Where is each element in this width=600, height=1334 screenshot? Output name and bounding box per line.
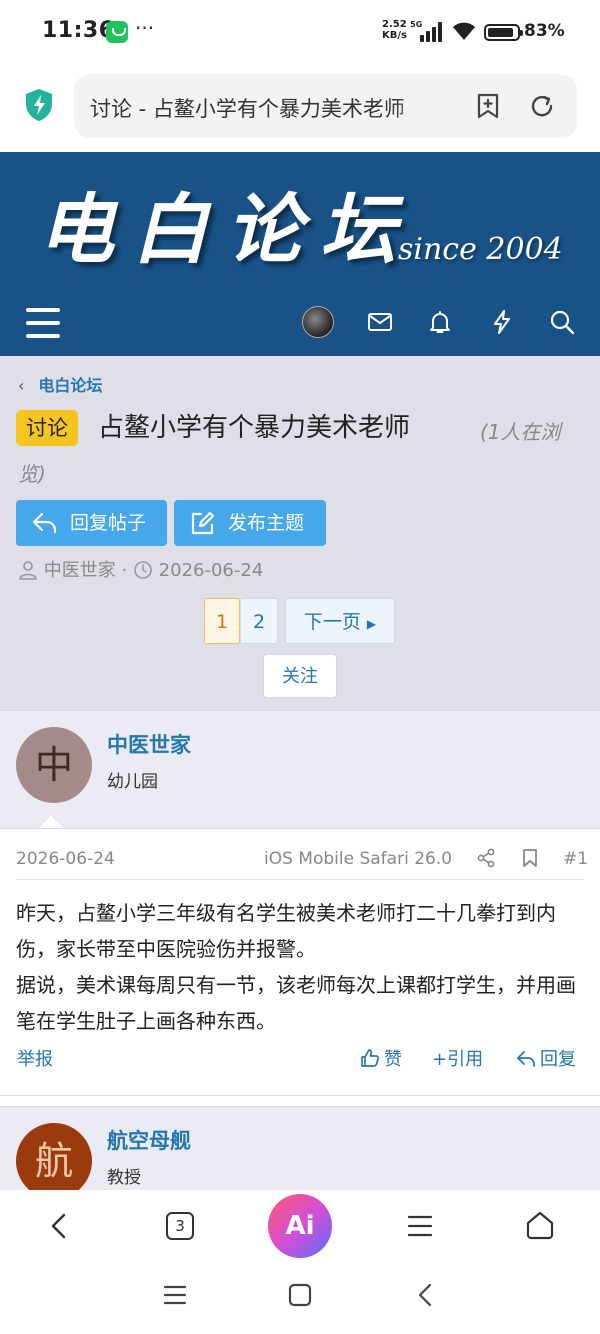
wifi-icon: [453, 22, 475, 40]
post-user-rank: 教授: [107, 1168, 141, 1188]
post-content-line-1: 昨天，占鳌小学三年级有名学生被美术老师打二十几拳打到内伤，家长带至中医院验伤并报…: [16, 901, 556, 961]
page-1-button[interactable]: 1: [204, 598, 240, 644]
network-speed-unit: KB/s: [382, 30, 407, 41]
post-date[interactable]: 2026-06-24: [16, 849, 115, 869]
reply-button[interactable]: 回复: [516, 1045, 576, 1071]
post-1-user-block: 中 中医世家 幼儿园: [0, 710, 600, 828]
like-button[interactable]: 赞: [360, 1045, 402, 1071]
reply-thread-button[interactable]: 回复帖子: [16, 500, 167, 546]
status-bar: 11:36 ··· 2.52 5G KB/s 83%: [0, 0, 600, 64]
forum-since: since 2004: [398, 232, 563, 267]
follow-button[interactable]: 关注: [263, 654, 337, 698]
url-title[interactable]: 讨论 - 占鳌小学有个暴力美术老师: [90, 93, 435, 123]
battery-icon: [484, 24, 523, 41]
reply-thread-label: 回复帖子: [70, 512, 147, 534]
post-username[interactable]: 航空母舰: [107, 1125, 191, 1155]
battery-percent: 83%: [524, 21, 565, 41]
user-avatar[interactable]: [302, 306, 334, 338]
edit-icon: [191, 511, 215, 535]
thread-meta: 中医世家 · 2026-06-24: [18, 556, 263, 582]
menu-icon[interactable]: [406, 1212, 434, 1240]
bookmark-icon[interactable]: [521, 848, 539, 868]
thread-header: ‹ 电白论坛 讨论 占鳌小学有个暴力美术老师 (1人在浏 览) 回复帖子 发布主题…: [0, 356, 600, 710]
bell-icon[interactable]: [426, 308, 454, 336]
thread-viewers: (1人在浏: [480, 420, 561, 444]
post-divider: [16, 879, 584, 880]
report-button[interactable]: 举报: [17, 1045, 53, 1071]
quote-button[interactable]: +引用: [432, 1045, 483, 1071]
home-icon[interactable]: [524, 1209, 556, 1241]
lightning-icon[interactable]: [488, 308, 516, 336]
thread-prefix-badge[interactable]: 讨论: [16, 410, 78, 446]
post-thread-label: 发布主题: [228, 512, 305, 534]
home-square-icon[interactable]: [287, 1282, 313, 1308]
like-label: 赞: [384, 1049, 402, 1070]
breadcrumb-forum[interactable]: 电白论坛: [38, 376, 102, 395]
tabs-button[interactable]: 3: [166, 1212, 194, 1240]
app-notification-icon: [106, 21, 128, 43]
search-icon[interactable]: [548, 308, 576, 336]
caret-right-icon: ▶: [366, 617, 377, 631]
next-page-label: 下一页: [303, 611, 361, 633]
browser-bottom-bar: 3 Ai: [0, 1190, 600, 1262]
signal-icon: [420, 22, 444, 42]
menu-icon[interactable]: [26, 308, 60, 338]
share-icon[interactable]: [476, 848, 496, 868]
address-bar[interactable]: 讨论 - 占鳌小学有个暴力美术老师: [74, 74, 577, 138]
forum-header: 电白论坛 since 2004: [0, 152, 600, 356]
post-pointer: [36, 814, 66, 829]
post-user-agent: iOS Mobile Safari 26.0: [264, 849, 453, 869]
reply-label: 回复: [540, 1049, 576, 1070]
add-bookmark-icon[interactable]: [474, 92, 502, 120]
chevron-left-icon: ‹: [18, 376, 25, 395]
avatar[interactable]: 航: [16, 1123, 92, 1190]
status-time: 11:36: [42, 18, 115, 43]
recents-icon[interactable]: [162, 1282, 188, 1308]
refresh-icon[interactable]: [528, 92, 556, 120]
system-back-icon[interactable]: [413, 1282, 439, 1308]
browser-toolbar: 讨论 - 占鳌小学有个暴力美术老师: [0, 64, 600, 152]
thread-viewers-cont: 览): [18, 462, 46, 486]
avatar[interactable]: 中: [16, 727, 92, 803]
thread-author[interactable]: 中医世家: [44, 560, 116, 581]
page-2-button[interactable]: 2: [240, 598, 278, 644]
network-speed-value: 2.52: [382, 19, 407, 30]
reply-icon: [517, 1051, 535, 1067]
system-nav-bar: [0, 1262, 600, 1334]
post-number[interactable]: #1: [563, 849, 588, 869]
security-shield-icon[interactable]: [24, 88, 54, 122]
post-2-user-block: 航 航空母舰 教授: [0, 1106, 600, 1190]
forum-nav: [0, 292, 600, 356]
post-username[interactable]: 中医世家: [107, 729, 191, 759]
reply-icon: [32, 512, 57, 534]
network-speed: 2.52 5G KB/s: [382, 19, 422, 41]
post-1-body: 2026-06-24 iOS Mobile Safari 26.0 #1 昨天，…: [0, 828, 600, 1096]
thread-date[interactable]: 2026-06-24: [159, 560, 264, 581]
post-content: 昨天，占鳌小学三年级有名学生被美术老师打二十几拳打到内伤，家长带至中医院验伤并报…: [16, 895, 586, 1039]
thumbs-up-icon: [361, 1049, 379, 1067]
more-notifications-icon: ···: [135, 16, 155, 40]
breadcrumb[interactable]: ‹ 电白论坛: [18, 372, 102, 396]
post-thread-button[interactable]: 发布主题: [174, 500, 326, 546]
next-page-button[interactable]: 下一页 ▶: [285, 598, 395, 644]
meta-separator: ·: [121, 560, 128, 581]
thread-title: 占鳌小学有个暴力美术老师: [98, 413, 411, 443]
clock-icon: [134, 561, 152, 579]
user-icon: [19, 561, 37, 580]
post-user-rank: 幼儿园: [107, 772, 158, 792]
post-content-line-2: 据说，美术课每周只有一节，该老师每次上课都打学生，并用画笔在学生肚子上画各种东西…: [16, 973, 576, 1033]
mail-icon[interactable]: [366, 308, 394, 336]
ai-assistant-button[interactable]: Ai: [268, 1194, 332, 1258]
back-icon[interactable]: [46, 1212, 72, 1240]
forum-logo[interactable]: 电白论坛: [38, 168, 414, 278]
post-actions: 举报 赞 +引用 回复: [0, 1045, 600, 1075]
